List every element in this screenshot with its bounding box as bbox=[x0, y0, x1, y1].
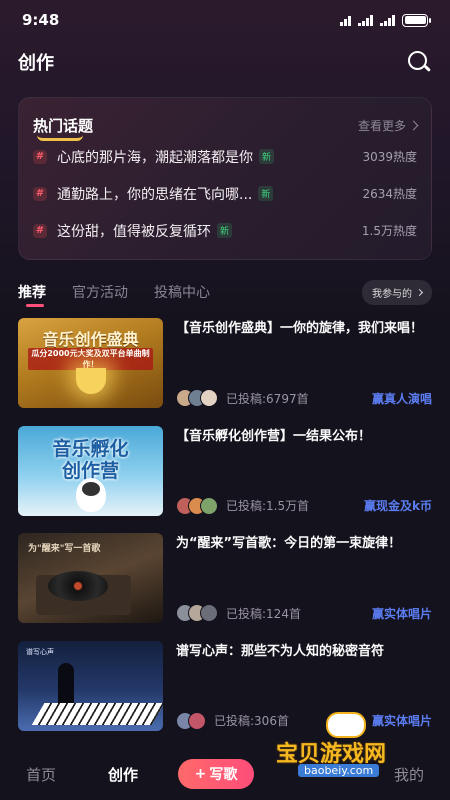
thumbnail-subtitle: 瓜分2000元大奖及双平台单曲制作！ bbox=[28, 348, 153, 370]
hashtag-icon: # bbox=[33, 186, 47, 201]
thumbnail-title: 谱写心声 bbox=[26, 647, 54, 656]
active-tab-indicator bbox=[26, 304, 44, 307]
app-header: 创作 bbox=[0, 44, 450, 80]
activity-feed: 音乐创作盛典 瓜分2000元大奖及双平台单曲制作！ 【音乐创作盛典】一你的旋律，… bbox=[18, 318, 432, 748]
submission-count: 已投稿:1.5万首 bbox=[226, 499, 310, 513]
tab-official-events[interactable]: 官方活动 bbox=[72, 282, 128, 302]
reward-label: 赢现金及k币 bbox=[364, 499, 432, 513]
status-time: 9:48 bbox=[22, 11, 60, 29]
submission-count: 已投稿:124首 bbox=[226, 606, 301, 621]
new-badge: 新 bbox=[259, 149, 275, 164]
plus-icon: + bbox=[194, 766, 207, 782]
participant-avatars bbox=[176, 389, 218, 407]
reward-label: 赢实体唱片 bbox=[371, 606, 432, 621]
hot-topic-heat: 2634热度 bbox=[362, 187, 417, 201]
hashtag-icon: # bbox=[33, 223, 47, 238]
tab-bar: 推荐 官方活动 投稿中心 我参与的 bbox=[0, 278, 450, 307]
thumbnail-title: 音乐创作盛典 bbox=[42, 330, 139, 349]
reward-label: 赢真人演唱 bbox=[371, 391, 432, 406]
activity-thumbnail: 音乐孵化 创作营 bbox=[18, 425, 163, 516]
hot-topic-heat: 1.5万热度 bbox=[361, 224, 417, 238]
thumbnail-title: 为"醒来"写一首歌 bbox=[28, 544, 101, 554]
hot-topic-item[interactable]: # 心底的那片海，潮起潮落都是你 新 3039热度 bbox=[33, 138, 417, 175]
new-badge: 新 bbox=[217, 223, 233, 238]
search-icon[interactable] bbox=[406, 49, 432, 75]
nav-create[interactable]: 创作 bbox=[108, 764, 138, 785]
trophy-icon bbox=[76, 368, 106, 394]
gamepad-icon bbox=[326, 712, 366, 738]
hot-topic-text: 通勤路上，你的思绪在飞向哪... bbox=[57, 186, 253, 203]
my-participation-button[interactable]: 我参与的 bbox=[362, 279, 432, 305]
activity-card[interactable]: 音乐创作盛典 瓜分2000元大奖及双平台单曲制作！ 【音乐创作盛典】一你的旋律，… bbox=[18, 318, 432, 426]
chevron-right-icon bbox=[415, 288, 424, 296]
see-more-link[interactable]: 查看更多 bbox=[358, 117, 419, 134]
vinyl-record-icon bbox=[48, 571, 108, 601]
submission-count: 已投稿:6797首 bbox=[226, 391, 309, 406]
compose-label: 写歌 bbox=[209, 767, 238, 783]
bird-illustration bbox=[82, 481, 100, 496]
participant-avatars bbox=[176, 604, 218, 622]
avatar bbox=[200, 604, 218, 622]
activity-thumbnail: 为"醒来"写一首歌 bbox=[18, 533, 163, 623]
hot-topics-title: 热门话题 bbox=[33, 115, 93, 141]
compose-song-button[interactable]: + 写歌 bbox=[178, 759, 255, 789]
activity-title: 【音乐创作盛典】一你的旋律，我们来唱！ bbox=[176, 321, 424, 336]
participant-avatars bbox=[176, 711, 206, 730]
activity-card[interactable]: 为"醒来"写一首歌 为“醒来”写首歌：今日的第一束旋律！ 已投稿:124首 赢实… bbox=[18, 533, 432, 641]
activity-title: 谱写心声：那些不为人知的秘密音符 bbox=[176, 643, 385, 659]
watermark-url: baobeiy.com bbox=[298, 764, 380, 777]
hot-topic-item[interactable]: # 通勤路上，你的思绪在飞向哪... 新 2634热度 bbox=[33, 175, 417, 212]
status-bar: 9:48 bbox=[0, 0, 450, 40]
hashtag-icon: # bbox=[33, 149, 47, 164]
avatar bbox=[200, 389, 218, 407]
signal-2-icon bbox=[380, 14, 395, 26]
page-title: 创作 bbox=[18, 53, 54, 74]
piano-keys-illustration bbox=[31, 702, 163, 725]
hot-topics-card: 热门话题 查看更多 # 心底的那片海，潮起潮落都是你 新 3039热度 # 通勤… bbox=[18, 97, 432, 260]
pianist-figure-illustration bbox=[58, 662, 74, 707]
activity-title: 为“醒来”写首歌：今日的第一束旋律！ bbox=[176, 536, 402, 551]
wifi-icon bbox=[340, 15, 351, 26]
site-watermark: 宝贝游戏网 baobeiy.com bbox=[276, 712, 426, 782]
activity-card[interactable]: 音乐孵化 创作营 【音乐孵化创作营】一结果公布！ 已投稿:1.5万首 赢现金及k… bbox=[18, 425, 432, 534]
avatar bbox=[188, 711, 206, 730]
participant-avatars bbox=[176, 496, 218, 515]
chevron-right-icon bbox=[408, 120, 419, 130]
hot-topic-text: 这份甜，值得被反复循环 bbox=[57, 223, 211, 240]
activity-thumbnail: 音乐创作盛典 瓜分2000元大奖及双平台单曲制作！ bbox=[18, 318, 163, 408]
hot-topic-text: 心底的那片海，潮起潮落都是你 bbox=[57, 149, 253, 166]
avatar bbox=[200, 496, 218, 515]
status-icons bbox=[340, 13, 431, 27]
tab-recommended[interactable]: 推荐 bbox=[18, 282, 46, 307]
activity-thumbnail: 谱写心声 bbox=[18, 640, 163, 731]
nav-home[interactable]: 首页 bbox=[26, 764, 56, 785]
tab-submission-center[interactable]: 投稿中心 bbox=[154, 282, 210, 302]
signal-icon bbox=[358, 14, 373, 26]
activity-title: 【音乐孵化创作营】一结果公布！ bbox=[176, 428, 372, 444]
title-underline-decoration bbox=[37, 135, 83, 141]
hot-topic-item[interactable]: # 这份甜，值得被反复循环 新 1.5万热度 bbox=[33, 212, 417, 249]
hot-topic-heat: 3039热度 bbox=[362, 150, 417, 164]
battery-icon bbox=[402, 13, 431, 27]
new-badge: 新 bbox=[258, 186, 274, 201]
